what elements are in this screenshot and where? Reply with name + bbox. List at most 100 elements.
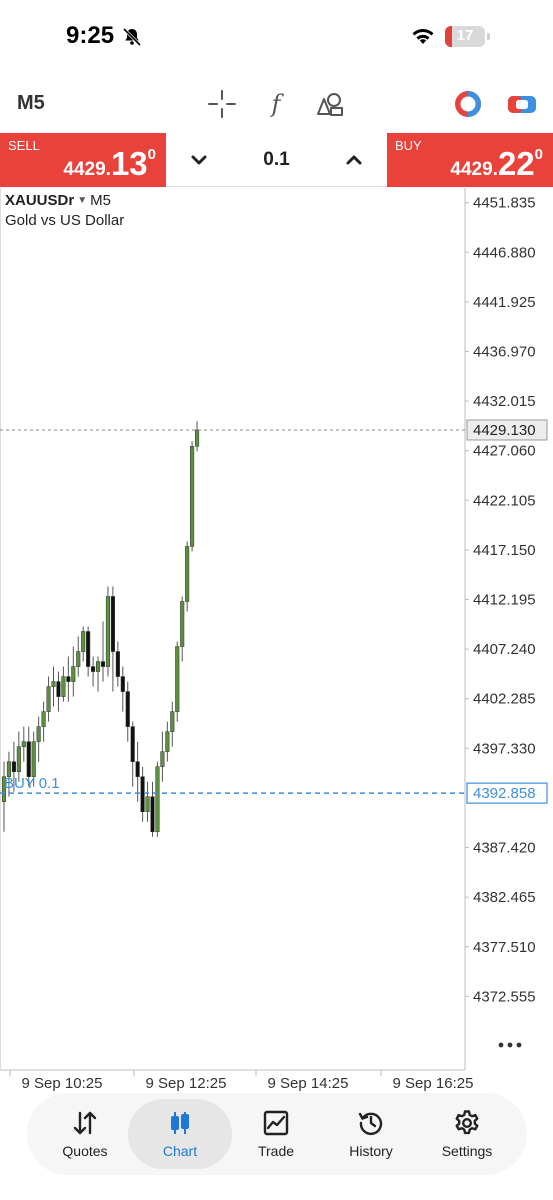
candle-body xyxy=(66,676,71,682)
chart-toolbar: M5 f xyxy=(0,78,553,132)
candle-body xyxy=(190,446,195,547)
candle-body xyxy=(175,646,180,712)
candle-body xyxy=(16,746,21,772)
y-tick-label: 4446.880 xyxy=(473,244,536,261)
buy-button[interactable]: BUY 4429.220 xyxy=(387,133,553,187)
lot-size-control: 0.1 xyxy=(166,133,387,187)
status-time: 9:25 xyxy=(66,22,115,49)
sell-button[interactable]: SELL 4429.130 xyxy=(0,133,166,187)
candles-icon xyxy=(171,1112,189,1134)
buy-label: BUY xyxy=(395,138,422,153)
y-tick-label: 4377.510 xyxy=(473,939,536,956)
candle-body xyxy=(91,666,96,672)
one-click-trade-panel: SELL 4429.130 0.1 BUY 4429.220 xyxy=(0,133,553,187)
svg-text:f: f xyxy=(270,90,285,118)
y-tick-label: 4382.465 xyxy=(473,889,536,906)
candle-body xyxy=(96,661,101,672)
candle-body xyxy=(46,686,51,712)
candle-body xyxy=(130,726,135,762)
candle-body xyxy=(180,601,185,647)
y-tick-label: 4397.330 xyxy=(473,740,536,757)
candle-body xyxy=(120,676,125,692)
candle-body xyxy=(195,429,200,447)
chart-area[interactable]: 4451.835 4446.880 4441.925 4436.970 4432.015… xyxy=(0,188,553,1100)
nav-chart[interactable]: Chart xyxy=(128,1099,232,1169)
candle-body xyxy=(135,761,140,777)
candle-body xyxy=(185,546,190,602)
account-toggle-icon[interactable] xyxy=(506,88,538,120)
y-tick-label: 4412.195 xyxy=(473,592,536,609)
candle-body xyxy=(26,741,31,777)
y-tick-label: 4387.420 xyxy=(473,840,536,857)
candle-body xyxy=(36,726,41,742)
settings-gear-icon xyxy=(455,1110,479,1135)
history-clock-icon xyxy=(358,1112,383,1135)
buy-price: 4429.220 xyxy=(450,145,543,182)
quotes-arrows-icon xyxy=(73,1111,97,1135)
candle-body xyxy=(155,766,160,833)
battery-icon: 17 xyxy=(445,26,485,47)
sell-label: SELL xyxy=(8,138,40,153)
timeframe-button[interactable]: M5 xyxy=(17,92,45,115)
candle-body xyxy=(71,666,76,682)
order-price-label: 4392.858 xyxy=(473,785,536,802)
trade-chart-icon xyxy=(263,1110,289,1136)
sell-price: 4429.130 xyxy=(63,145,156,182)
symbol-header: XAUUSDr ▼ M5 xyxy=(5,192,111,209)
one-click-trading-icon[interactable] xyxy=(452,88,484,120)
bid-price-label: 4429.130 xyxy=(473,422,536,439)
x-tick-label: 9 Sep 10:25 xyxy=(22,1075,103,1092)
candle-body xyxy=(145,796,150,812)
y-tick-label: 4422.105 xyxy=(473,492,536,509)
candle-body xyxy=(140,776,145,812)
bottom-navigation: Quotes Chart Trade History Settings xyxy=(27,1093,527,1175)
y-tick-label: 4372.555 xyxy=(473,988,536,1005)
objects-icon[interactable] xyxy=(314,88,346,120)
x-tick-label: 9 Sep 12:25 xyxy=(146,1075,227,1092)
nav-settings[interactable]: Settings xyxy=(415,1099,519,1169)
candle-body xyxy=(165,731,170,752)
candle-body xyxy=(105,596,111,667)
y-tick-label: 4427.060 xyxy=(473,443,536,460)
battery-cap xyxy=(487,33,490,40)
symbol-dropdown-icon[interactable]: ▼ xyxy=(77,195,87,206)
y-tick-label: 4451.835 xyxy=(473,195,536,212)
candle-body xyxy=(76,651,81,667)
nav-trade[interactable]: Trade xyxy=(224,1099,328,1169)
candle-body xyxy=(100,661,106,667)
candle-body xyxy=(110,596,115,652)
buy-order-label: BUY 0.1 xyxy=(4,775,60,792)
candle-body xyxy=(170,711,175,732)
y-tick-label: 4441.925 xyxy=(473,294,536,311)
candle-body xyxy=(61,676,66,697)
symbol-description: Gold vs US Dollar xyxy=(5,212,125,229)
crosshair-icon[interactable] xyxy=(206,88,238,120)
x-tick-label: 9 Sep 16:25 xyxy=(393,1075,474,1092)
candle-body xyxy=(56,681,61,697)
status-bar: 9:25 17 xyxy=(0,0,553,76)
candle-body xyxy=(115,651,120,677)
wifi-icon xyxy=(412,29,434,44)
symbol-timeframe: M5 xyxy=(90,192,111,209)
x-tick-label: 9 Sep 14:25 xyxy=(268,1075,349,1092)
y-tick-label: 4417.150 xyxy=(473,542,536,559)
candle-body xyxy=(31,741,36,777)
nav-history[interactable]: History xyxy=(319,1099,423,1169)
y-tick-label: 4407.240 xyxy=(473,641,536,658)
candle-body xyxy=(150,796,155,833)
bell-slash-icon xyxy=(122,27,142,47)
candle-body xyxy=(51,681,56,687)
indicator-f-icon[interactable]: f xyxy=(260,88,292,120)
more-dots-icon[interactable] xyxy=(497,1040,523,1050)
candle-body xyxy=(41,711,46,727)
nav-quotes[interactable]: Quotes xyxy=(33,1099,137,1169)
y-tick-label: 4432.015 xyxy=(473,393,536,410)
battery-percent: 17 xyxy=(456,27,474,44)
y-tick-label: 4436.970 xyxy=(473,343,536,360)
candle-body xyxy=(11,761,16,772)
y-tick-label: 4402.285 xyxy=(473,691,536,708)
symbol-name: XAUUSDr xyxy=(5,192,75,209)
price-chart[interactable]: 4451.835 4446.880 4441.925 4436.970 4432.015… xyxy=(0,188,553,1100)
candle-body xyxy=(160,751,165,767)
chevron-up-icon[interactable] xyxy=(341,147,367,173)
